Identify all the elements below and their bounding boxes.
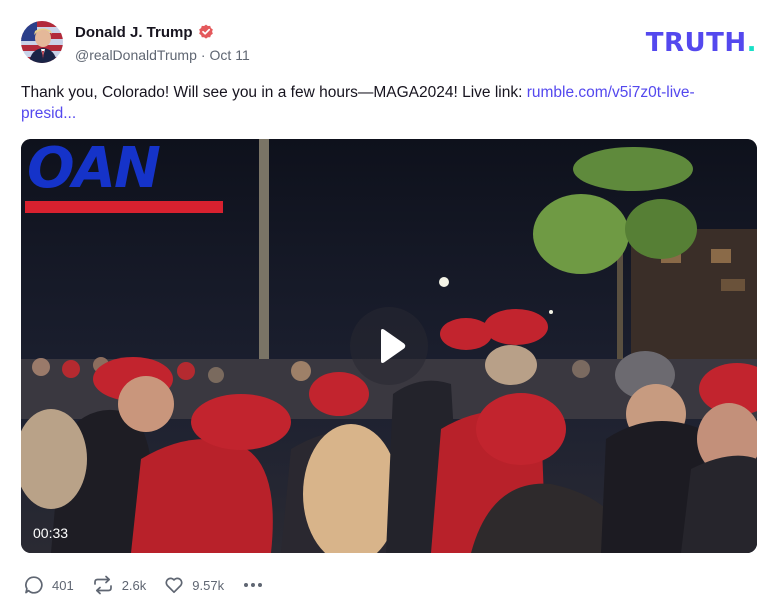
- author-handle[interactable]: @realDonaldTrump: [75, 47, 197, 63]
- reply-icon: [25, 576, 43, 594]
- video-player[interactable]: OAN 00:33: [21, 139, 757, 553]
- brand-period: .: [746, 28, 757, 58]
- heart-icon: [165, 577, 183, 594]
- more-dot: [258, 583, 263, 587]
- video-duration: 00:33: [33, 525, 69, 541]
- like-button[interactable]: 9.57k: [164, 575, 224, 595]
- oan-logo: OAN: [25, 141, 223, 215]
- more-dot: [251, 583, 256, 587]
- post-date[interactable]: Oct 11: [210, 47, 250, 63]
- author-block: Donald J. Trump @realDonaldTrump · Oct 11: [75, 22, 250, 64]
- reply-count: 401: [52, 577, 74, 593]
- retruth-icon: [93, 575, 112, 595]
- like-count: 9.57k: [192, 577, 225, 593]
- verified-badge-icon: [198, 24, 214, 40]
- post-text: Thank you, Colorado! Will see you in a f…: [21, 82, 741, 124]
- play-icon: [381, 329, 406, 363]
- more-options-icon[interactable]: [242, 579, 264, 591]
- post-actions: 401 2.6k 9.57k: [24, 574, 264, 596]
- brand-name: TRUTH: [645, 28, 747, 58]
- truth-social-logo[interactable]: TRUTH.: [646, 30, 757, 56]
- play-button[interactable]: [350, 307, 428, 385]
- more-dot: [244, 583, 249, 587]
- avatar[interactable]: [21, 21, 63, 63]
- retruth-count: 2.6k: [121, 577, 147, 593]
- post-meta: @realDonaldTrump · Oct 11: [75, 46, 250, 64]
- post-header: Donald J. Trump @realDonaldTrump · Oct 11 …: [21, 21, 761, 67]
- post-body: Thank you, Colorado! Will see you in a f…: [21, 84, 527, 101]
- logo-bar: [25, 201, 223, 213]
- retruth-button[interactable]: 2.6k: [92, 575, 147, 595]
- truth-post: Donald J. Trump @realDonaldTrump · Oct 11 …: [0, 0, 778, 615]
- display-name[interactable]: Donald J. Trump: [75, 24, 193, 41]
- network-logo-text: OAN: [27, 139, 161, 201]
- reply-button[interactable]: 401: [24, 575, 74, 595]
- meta-separator: ·: [200, 47, 206, 63]
